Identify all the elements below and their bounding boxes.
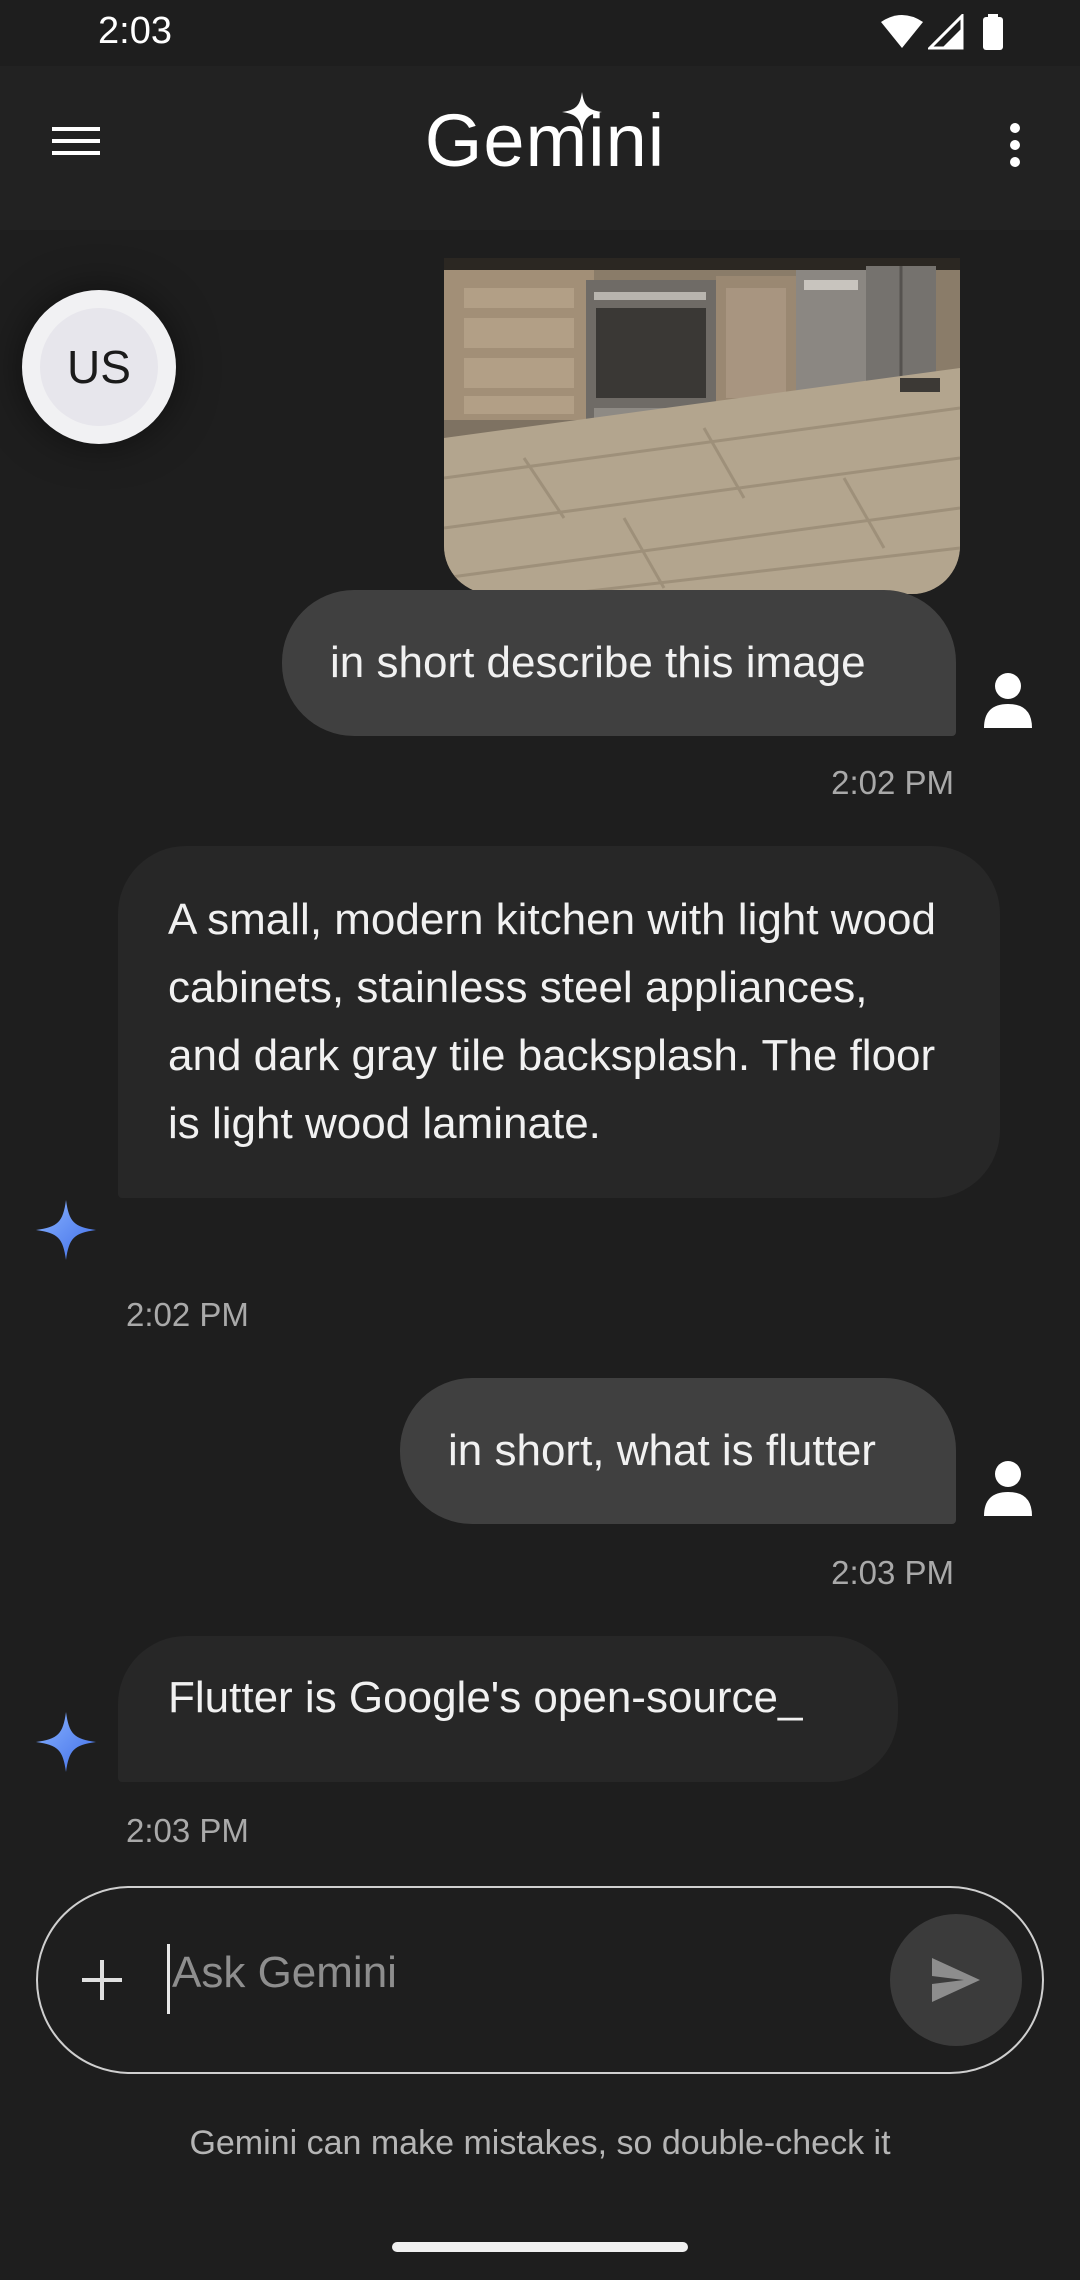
wifi-icon <box>881 15 923 48</box>
user-message-bubble[interactable]: in short describe this image <box>282 590 956 736</box>
model-message-text: A small, modern kitchen with light wood … <box>168 895 936 1148</box>
signal-icon <box>928 14 964 50</box>
status-time: 2:03 <box>98 10 172 52</box>
message-timestamp: 2:02 PM <box>831 764 954 801</box>
app-title-text: Gemini <box>424 99 666 182</box>
message-timestamp: 2:03 PM <box>126 1812 249 1849</box>
model-message-text: Flutter is Google's open-source_ <box>168 1673 803 1722</box>
chat-area[interactable]: US in short describe this image 2:02 PM … <box>0 230 1080 1880</box>
avatar-initials: US <box>40 308 158 426</box>
add-attachment-button[interactable] <box>72 1950 132 2010</box>
menu-icon[interactable] <box>40 106 110 176</box>
avatar[interactable]: US <box>22 290 176 444</box>
attached-kitchen-image[interactable] <box>444 258 960 594</box>
more-vert-icon[interactable] <box>990 110 1040 180</box>
disclaimer-text: Gemini can make mistakes, so double-chec… <box>189 2124 891 2162</box>
app-title: Gemini <box>410 86 680 196</box>
user-message-text: in short, what is flutter <box>448 1426 876 1475</box>
user-message-bubble[interactable]: in short, what is flutter <box>400 1378 956 1524</box>
send-button[interactable] <box>890 1914 1022 2046</box>
message-timestamp: 2:03 PM <box>831 1554 954 1591</box>
user-message-text: in short describe this image <box>330 638 866 687</box>
text-cursor <box>167 1944 170 2014</box>
prompt-input[interactable]: Ask Gemini <box>172 1948 397 1998</box>
gemini-sparkle-icon <box>36 1200 96 1260</box>
battery-icon <box>983 14 1003 50</box>
person-icon <box>984 673 1032 728</box>
model-message-bubble[interactable]: A small, modern kitchen with light wood … <box>118 846 1000 1198</box>
sparkle-icon <box>562 92 602 132</box>
send-icon <box>932 1958 980 2002</box>
message-timestamp: 2:02 PM <box>126 1296 249 1333</box>
person-icon <box>984 1461 1032 1516</box>
model-message-bubble[interactable]: Flutter is Google's open-source_ <box>118 1636 898 1782</box>
gemini-sparkle-icon <box>36 1712 96 1772</box>
home-indicator[interactable] <box>392 2242 688 2252</box>
